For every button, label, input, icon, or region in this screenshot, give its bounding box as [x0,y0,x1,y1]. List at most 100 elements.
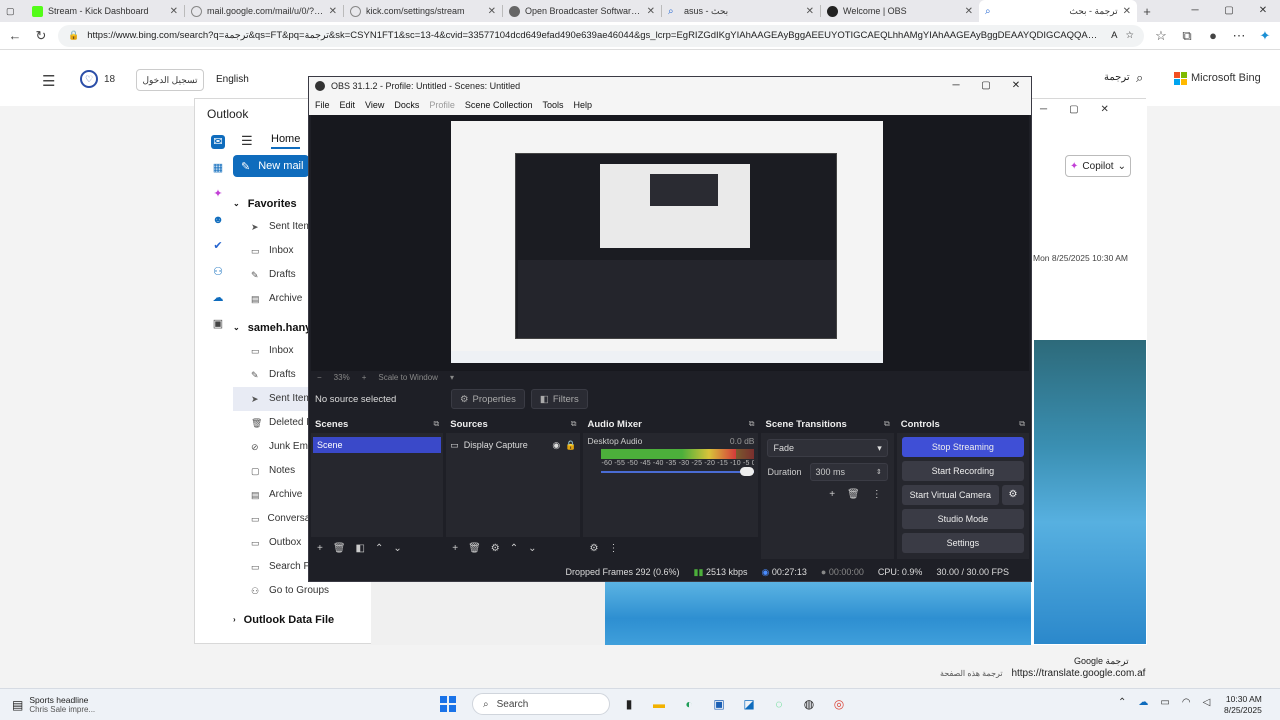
eye-icon[interactable]: ◉ [552,440,560,451]
wifi-icon[interactable]: ◠ [1182,697,1191,708]
result-url[interactable]: ترجمة هذه الصفحة https://translate.googl… [940,668,1145,679]
new-mail-button[interactable]: ✎ New mail [233,155,309,177]
onedrive-icon[interactable]: ☁ [1138,697,1148,708]
mail-icon[interactable]: ✉ [211,135,225,149]
settings-button[interactable]: Settings [901,533,1024,553]
add-icon[interactable]: + [452,543,458,554]
onedrive-icon[interactable]: ☁ [211,291,225,305]
tab-asus-search[interactable]: ⌕ asus - بحث ✕ [662,0,820,22]
duration-input[interactable]: 300 ms ⇕ [809,463,888,481]
chevron-down-icon[interactable]: ⌄ [528,543,536,554]
close-icon[interactable]: ✕ [647,6,655,17]
start-virtual-camera-button[interactable]: Start Virtual Camera [901,485,999,505]
obs-icon[interactable]: ◍ [798,693,820,715]
outlook-menu-icon[interactable]: ☰ [241,133,253,149]
chevron-up-icon[interactable]: ⌃ [1118,697,1126,708]
undock-icon[interactable]: ⧉ [571,419,577,429]
read-aloud-icon[interactable]: A [1111,30,1117,41]
maximize-icon[interactable]: ▢ [1069,104,1078,115]
menu-profile[interactable]: Profile [429,100,455,110]
volume-icon[interactable]: ◁ [1203,697,1211,708]
more-vertical-icon[interactable]: ⋮ [872,489,882,500]
star-icon[interactable]: ☆ [1125,30,1134,41]
close-icon[interactable]: ✕ [170,6,178,17]
edge-icon[interactable]: ◐ [678,693,700,715]
chevron-down-icon[interactable]: ▾ [450,373,454,382]
url-field[interactable]: 🔒 https://www.bing.com/search?q=ترجمة&qs… [58,24,1144,47]
stop-streaming-button[interactable]: Stop Streaming [901,437,1024,457]
undock-icon[interactable]: ⧉ [1019,419,1025,429]
menu-docks[interactable]: Docks [394,100,419,110]
volume-slider-knob[interactable] [740,467,755,476]
task-view-icon[interactable]: ▮ [618,693,640,715]
undock-icon[interactable]: ⧉ [749,419,755,429]
close-icon[interactable]: ✕ [1101,104,1109,115]
translate-page-link[interactable]: ترجمة هذه الصفحة [940,669,1003,678]
stepper-icon[interactable]: ⇕ [876,468,882,476]
widgets-button[interactable]: ▤ Sports headline Chris Sale impre... [12,695,95,714]
favorites-icon[interactable]: ☆ [1152,28,1170,44]
filter-icon[interactable]: ◧ [356,543,365,554]
sign-in-button[interactable]: تسجيل الدخول [136,69,204,91]
language-link[interactable]: English [216,74,249,85]
transition-select[interactable]: Fade ▾ [767,439,888,457]
minimize-icon[interactable]: ─ [941,77,971,95]
apps-icon[interactable]: ▣ [211,317,225,331]
tab-home[interactable]: Home [271,133,301,149]
bing-logo[interactable]: Microsoft Bing [1174,72,1261,85]
scale-mode[interactable]: Scale to Window [378,373,438,382]
undock-icon[interactable]: ⧉ [884,419,890,429]
close-icon[interactable]: ✕ [965,6,973,17]
minimize-icon[interactable]: ─ [1178,0,1212,22]
tab-obs-welcome[interactable]: Welcome | OBS ✕ [821,0,979,22]
new-tab-button[interactable]: + [1137,4,1157,19]
data-file-header[interactable]: › Outlook Data File [233,609,343,631]
gear-icon[interactable]: ⚙ [491,543,500,554]
todo-icon[interactable]: ✔ [211,239,225,253]
chevron-up-icon[interactable]: ⌃ [510,543,518,554]
refresh-icon[interactable]: ↻ [32,28,50,44]
tab-kick-dashboard[interactable]: Stream - Kick Dashboard ✕ [26,0,184,22]
add-icon[interactable]: + [317,543,323,554]
more-vertical-icon[interactable]: ⋮ [608,543,618,554]
rewards-badge[interactable]: ♡ 18 [80,70,115,88]
result-title[interactable]: Google ترجمة [1074,656,1129,667]
add-icon[interactable]: + [829,489,835,500]
copilot-icon[interactable]: ✦ [1256,28,1274,44]
more-icon[interactable]: ⋯ [1230,28,1248,44]
undock-icon[interactable]: ⧉ [434,419,440,429]
maximize-icon[interactable]: ▢ [1212,0,1246,22]
close-icon[interactable]: ✕ [1123,6,1131,17]
store-icon[interactable]: ▣ [708,693,730,715]
properties-button[interactable]: ⚙ Properties [451,389,525,409]
zoom-in-icon[interactable]: + [362,373,367,382]
zoom-out-icon[interactable]: − [317,373,322,382]
scene-item[interactable]: Scene [313,437,442,453]
windows-start-icon[interactable] [440,696,456,712]
filters-button[interactable]: ◧ Filters [530,389,588,409]
trash-icon[interactable]: 🗑 [847,489,860,500]
gear-icon[interactable]: ⚙ [1001,485,1024,505]
close-icon[interactable]: ✕ [806,6,814,17]
back-arrow-icon[interactable]: ← [6,28,24,43]
minimize-icon[interactable]: ─ [1040,104,1047,115]
close-icon[interactable]: ✕ [329,6,337,17]
people-icon[interactable]: ☻ [211,213,225,227]
calendar-icon[interactable]: ▦ [211,161,225,175]
tab-gmail[interactable]: mail.google.com/mail/u/0/?tab=... ✕ [185,0,343,22]
folder-item[interactable]: ⚇ Go to Groups [233,579,343,603]
extensions-icon[interactable]: ⧉ [1178,28,1196,44]
menu-edit[interactable]: Edit [340,100,356,110]
menu-tools[interactable]: Tools [542,100,563,110]
copilot-icon[interactable]: ✦ [211,187,225,201]
search-query[interactable]: ترجمة [1104,72,1130,83]
menu-file[interactable]: File [315,100,330,110]
preview-canvas[interactable] [451,121,883,363]
start-recording-button[interactable]: Start Recording [901,461,1024,481]
close-icon[interactable]: ✕ [1001,77,1031,95]
close-icon[interactable]: ✕ [1246,0,1280,22]
maximize-icon[interactable]: ▢ [971,77,1001,95]
taskbar-search[interactable]: ⌕ Search [472,693,610,715]
tab-actions-menu[interactable]: ▢ [0,0,26,22]
tab-kick-settings[interactable]: kick.com/settings/stream ✕ [344,0,502,22]
